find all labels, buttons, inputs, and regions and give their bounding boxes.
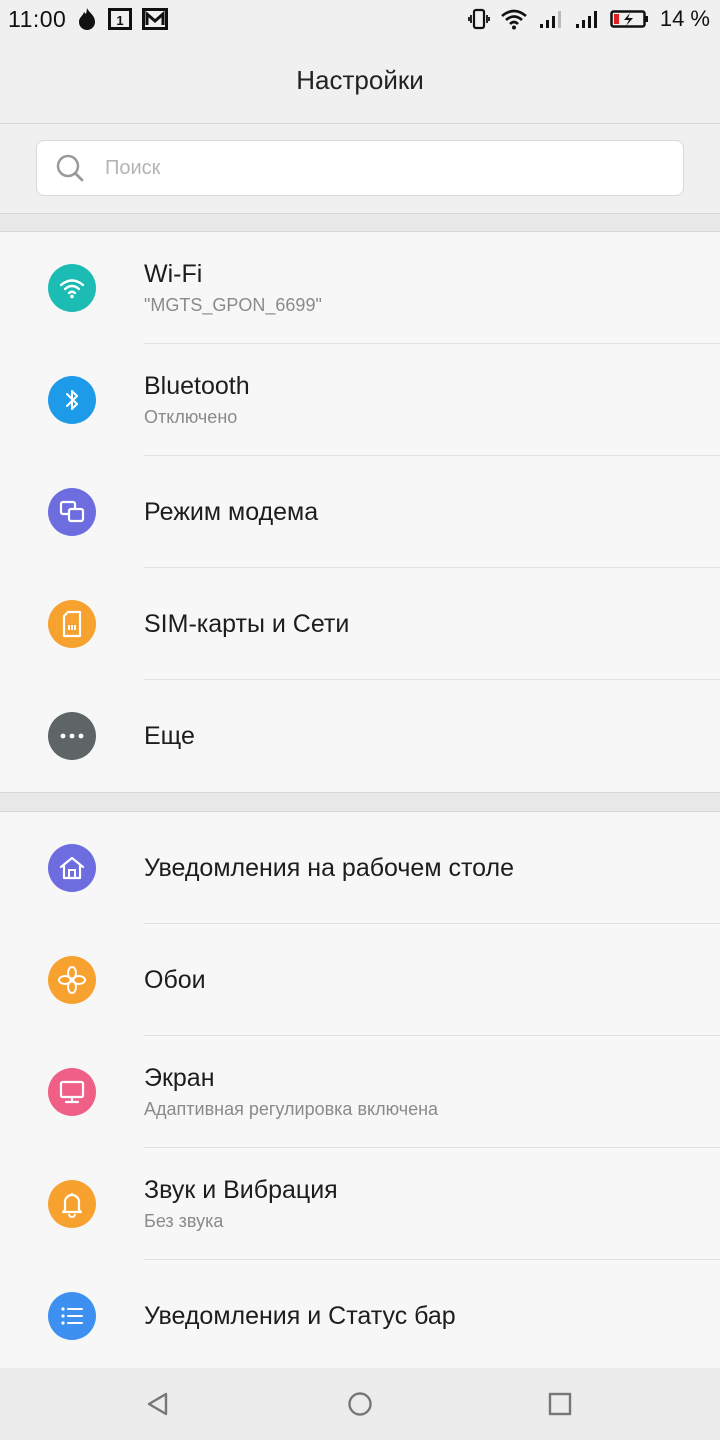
settings-item-desktop-notifications[interactable]: Уведомления на рабочем столе (0, 812, 720, 924)
app-header: Настройки (0, 38, 720, 124)
battery-charging-icon (610, 8, 650, 30)
item-title: Уведомления на рабочем столе (144, 853, 514, 882)
settings-group-connectivity: Wi-Fi "MGTS_GPON_6699" Bluetooth Отключе… (0, 232, 720, 792)
search-box[interactable] (36, 140, 684, 196)
home-button-icon[interactable] (346, 1390, 374, 1418)
flower-icon (48, 956, 96, 1004)
item-title: SIM-карты и Сети (144, 609, 350, 638)
back-icon[interactable] (144, 1390, 172, 1418)
bell-icon (48, 1180, 96, 1228)
sim-1-icon: 1 (108, 8, 133, 30)
item-subtitle: "MGTS_GPON_6699" (144, 295, 322, 315)
navigation-bar (0, 1368, 720, 1440)
cell-signal-2-icon (574, 8, 600, 30)
sim-card-icon (48, 600, 96, 648)
cell-signal-1-icon (538, 8, 564, 30)
settings-item-notifications-statusbar[interactable]: Уведомления и Статус бар (0, 1260, 720, 1372)
item-title: Экран (144, 1064, 215, 1092)
status-bar: 11:00 1 14 % (0, 0, 720, 38)
hotspot-icon (48, 488, 96, 536)
wifi-icon (48, 264, 96, 312)
settings-item-display[interactable]: Экран Адаптивная регулировка включена (0, 1036, 720, 1148)
search-section (0, 125, 720, 213)
item-subtitle: Отключено (144, 407, 238, 427)
settings-item-wallpaper[interactable]: Обои (0, 924, 720, 1036)
item-title: Звук и Вибрация (144, 1176, 338, 1204)
battery-percentage: 14 % (659, 6, 710, 31)
settings-item-wifi[interactable]: Wi-Fi "MGTS_GPON_6699" (0, 232, 720, 344)
search-icon (55, 153, 85, 183)
bluetooth-icon (48, 376, 96, 424)
vibrate-icon (467, 8, 490, 30)
svg-text:1: 1 (117, 13, 124, 28)
settings-group-personalization: Уведомления на рабочем столе Обои Экран … (0, 812, 720, 1372)
status-time: 11:00 (8, 5, 67, 32)
settings-item-more[interactable]: Еще (0, 680, 720, 792)
section-divider (0, 213, 720, 232)
settings-item-sound[interactable]: Звук и Вибрация Без звука (0, 1148, 720, 1260)
settings-item-hotspot[interactable]: Режим модема (0, 456, 720, 568)
home-icon (48, 844, 96, 892)
item-title: Bluetooth (144, 372, 250, 400)
more-icon (48, 712, 96, 760)
item-subtitle: Адаптивная регулировка включена (144, 1099, 439, 1119)
list-icon (48, 1292, 96, 1340)
page-title: Настройки (296, 65, 424, 95)
settings-item-bluetooth[interactable]: Bluetooth Отключено (0, 344, 720, 456)
settings-item-sim-networks[interactable]: SIM-карты и Сети (0, 568, 720, 680)
display-icon (48, 1068, 96, 1116)
mail-icon (142, 8, 169, 30)
item-subtitle: Без звука (144, 1211, 224, 1231)
wifi-signal-icon (500, 8, 528, 30)
item-title: Еще (144, 721, 195, 750)
item-title: Уведомления и Статус бар (144, 1301, 456, 1330)
item-title: Обои (144, 965, 206, 994)
item-title: Wi-Fi (144, 260, 203, 288)
recents-icon[interactable] (546, 1390, 574, 1418)
section-divider (0, 792, 720, 812)
fire-notification-icon (76, 7, 98, 31)
item-title: Режим модема (144, 497, 319, 526)
search-input[interactable] (105, 156, 683, 180)
